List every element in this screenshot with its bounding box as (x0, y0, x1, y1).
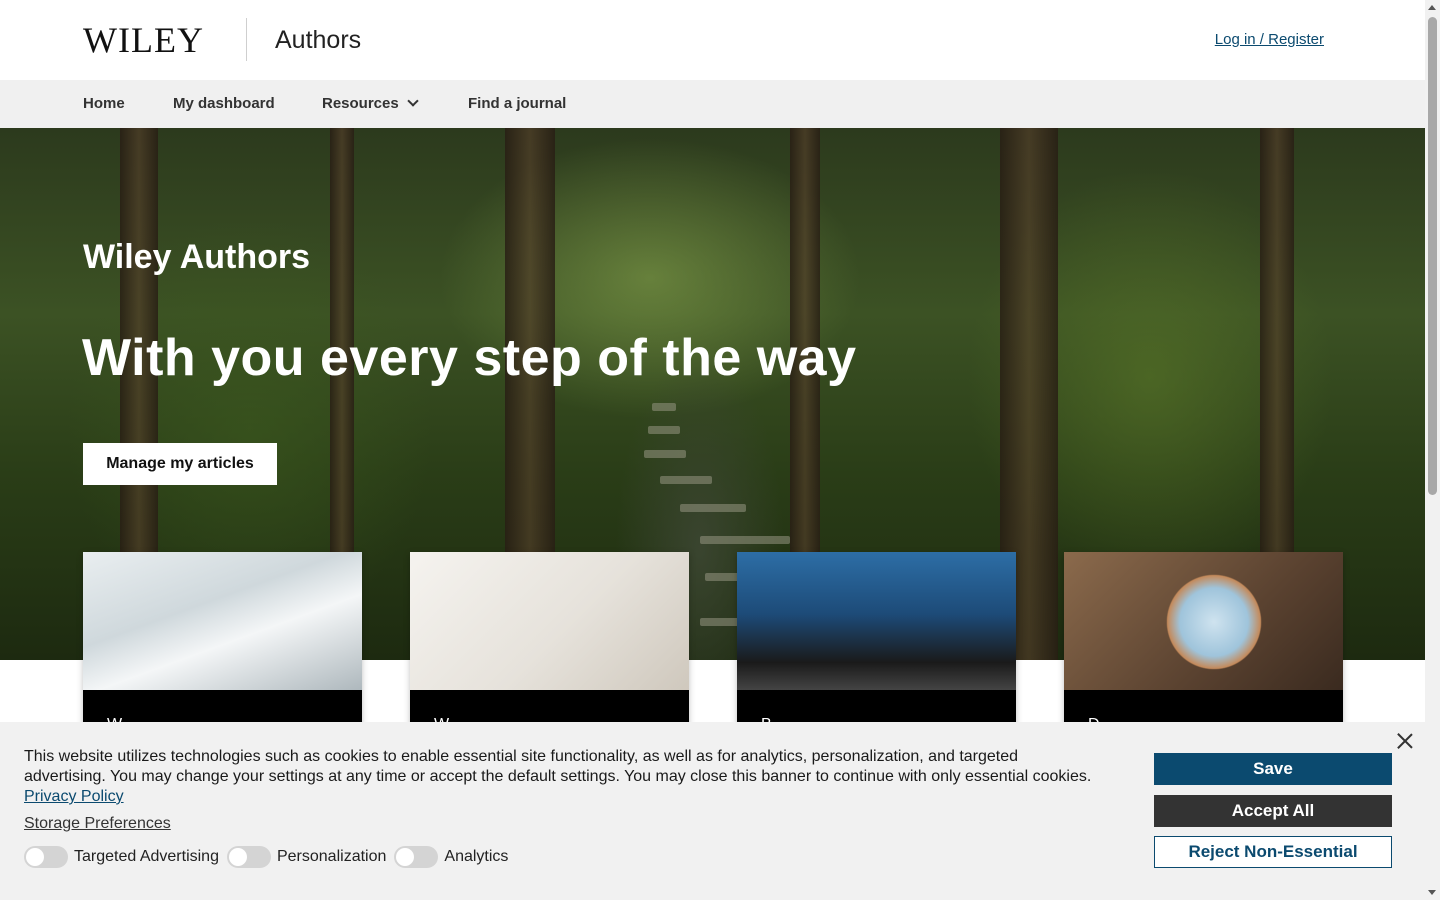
consent-toggles: Targeted Advertising Personalization Ana… (24, 846, 516, 868)
site-name[interactable]: Authors (275, 26, 361, 54)
card-image-writing (410, 552, 689, 690)
card-image-tent (1064, 552, 1343, 690)
toggle-label: Analytics (444, 848, 509, 865)
save-button[interactable]: Save (1154, 753, 1392, 785)
login-register-link[interactable]: Log in / Register (1215, 31, 1324, 48)
path-step (700, 536, 790, 544)
logo-divider (246, 18, 247, 61)
nav-item-home[interactable]: Home (83, 95, 125, 113)
scroll-down-icon[interactable] (1428, 890, 1436, 895)
card-image-person-laptop (737, 552, 1016, 690)
accept-all-button[interactable]: Accept All (1154, 795, 1392, 827)
analytics-toggle[interactable] (394, 846, 439, 868)
targeted-advertising-toggle[interactable] (24, 846, 68, 868)
chevron-down-icon (407, 95, 419, 107)
nav-item-resources[interactable]: Resources (322, 95, 419, 113)
scroll-up-icon[interactable] (1428, 5, 1436, 10)
toggle-label: Personalization (276, 848, 387, 865)
hero-title: With you every step of the way (82, 329, 857, 387)
privacy-policy-link[interactable]: Privacy Policy (24, 788, 124, 805)
toggle-label: Targeted Advertising (74, 848, 219, 865)
personalization-toggle[interactable] (226, 846, 271, 868)
nav-item-resources-label: Resources (322, 95, 399, 112)
path-step (660, 476, 712, 484)
nav-item-find-a-journal[interactable]: Find a journal (468, 95, 566, 113)
card-image-library (83, 552, 362, 690)
close-icon[interactable] (1396, 732, 1414, 750)
manage-my-articles-button[interactable]: Manage my articles (83, 443, 277, 485)
path-step (644, 450, 686, 458)
nav-item-my-dashboard[interactable]: My dashboard (173, 95, 275, 113)
scrollbar-thumb[interactable] (1428, 17, 1437, 495)
page-scrollbar[interactable] (1425, 0, 1440, 900)
wiley-logo[interactable]: WILEY (83, 22, 204, 58)
cookie-message-text: This website utilizes technologies such … (24, 748, 1092, 785)
main-nav: Home My dashboard Resources Find a journ… (0, 80, 1425, 128)
path-step (652, 403, 676, 411)
hero-subtitle: Wiley Authors (83, 238, 311, 276)
cookie-banner: This website utilizes technologies such … (0, 722, 1425, 900)
cookie-message: This website utilizes technologies such … (24, 747, 1099, 807)
reject-non-essential-button[interactable]: Reject Non-Essential (1154, 836, 1392, 868)
path-step (680, 504, 746, 512)
storage-preferences-link[interactable]: Storage Preferences (24, 815, 171, 833)
site-header: WILEY Authors Log in / Register (0, 0, 1425, 80)
path-step (648, 426, 680, 434)
